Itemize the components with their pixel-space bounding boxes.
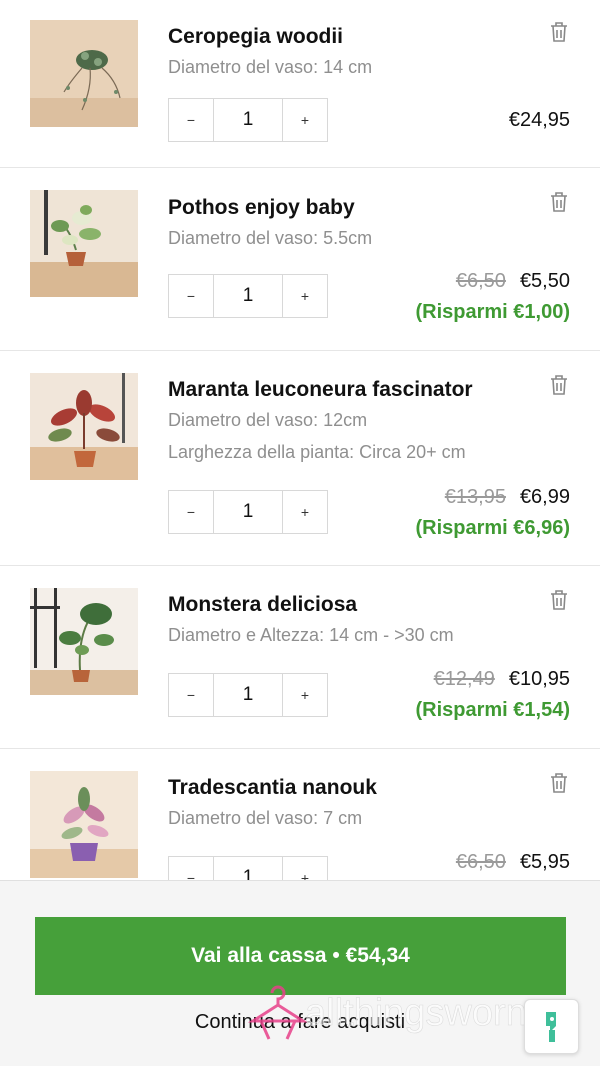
- product-attribute: Diametro del vaso: 7 cm: [168, 808, 363, 828]
- increase-quantity-button[interactable]: +: [283, 491, 327, 533]
- increase-quantity-button[interactable]: +: [283, 99, 327, 141]
- product-attribute: Larghezza della pianta: Circa 20+ cm: [168, 442, 466, 462]
- current-price: €5,50: [519, 270, 570, 292]
- product-name[interactable]: Maranta leuconeura fascinator: [168, 378, 473, 402]
- product-attribute: Diametro e Altezza: 14 cm - >30 cm: [168, 625, 454, 645]
- product-name[interactable]: Pothos enjoy baby: [168, 196, 355, 220]
- current-price: €6,99: [519, 486, 570, 508]
- quantity-value[interactable]: 1: [213, 857, 283, 880]
- quantity-stepper: − 1 +: [168, 856, 328, 880]
- quantity-stepper: − 1 +: [168, 490, 328, 534]
- chat-button[interactable]: [524, 999, 579, 1054]
- cart-item: Monstera deliciosa Diametro e Altezza: 1…: [0, 565, 600, 749]
- quantity-stepper: − 1 +: [168, 98, 328, 142]
- original-price: €6,50: [455, 851, 506, 873]
- cart-item: Ceropegia woodii Diametro del vaso: 14 c…: [0, 0, 600, 168]
- product-image[interactable]: [30, 771, 138, 878]
- decrease-quantity-button[interactable]: −: [169, 99, 213, 141]
- decrease-quantity-button[interactable]: −: [169, 857, 213, 880]
- increase-quantity-button[interactable]: +: [283, 857, 327, 880]
- price-block: €13,95 €6,99 (Risparmi €6,96): [415, 486, 570, 540]
- cart-item: Tradescantia nanouk Diametro del vaso: 7…: [0, 748, 600, 880]
- decrease-quantity-button[interactable]: −: [169, 674, 213, 716]
- trash-icon[interactable]: [548, 373, 570, 397]
- decrease-quantity-button[interactable]: −: [169, 491, 213, 533]
- product-image[interactable]: [30, 190, 138, 297]
- savings-label: (Risparmi €6,96): [415, 517, 570, 539]
- quantity-value[interactable]: 1: [213, 99, 283, 141]
- product-name[interactable]: Tradescantia nanouk: [168, 776, 377, 800]
- product-image[interactable]: [30, 20, 138, 127]
- original-price: €13,95: [444, 486, 506, 508]
- quantity-stepper: − 1 +: [168, 673, 328, 717]
- product-name[interactable]: Ceropegia woodii: [168, 25, 343, 49]
- savings-label: (Risparmi €1,54): [415, 699, 570, 721]
- trash-icon[interactable]: [548, 588, 570, 612]
- product-attribute: Diametro del vaso: 5.5cm: [168, 228, 373, 248]
- watermark-text: allthingsworn: [305, 992, 527, 1034]
- quantity-stepper: − 1 +: [168, 274, 328, 318]
- product-image[interactable]: [30, 373, 138, 480]
- price-block: €6,50 €5,50 (Risparmi €1,00): [415, 270, 570, 324]
- price-block: €24,95: [509, 109, 570, 132]
- cart-item: Maranta leuconeura fascinator Diametro d…: [0, 350, 600, 566]
- trash-icon[interactable]: [548, 771, 570, 795]
- checkout-button[interactable]: Vai alla cassa • €54,34: [35, 917, 566, 995]
- product-image[interactable]: [30, 588, 138, 695]
- savings-label: (Risparmi €1,00): [415, 301, 570, 323]
- current-price: €24,95: [508, 109, 570, 131]
- trash-icon[interactable]: [548, 20, 570, 44]
- cart-list: Ceropegia woodii Diametro del vaso: 14 c…: [0, 0, 600, 880]
- product-attribute: Diametro del vaso: 12cm: [168, 410, 368, 430]
- decrease-quantity-button[interactable]: −: [169, 275, 213, 317]
- original-price: €6,50: [455, 270, 506, 292]
- cart-item: Pothos enjoy baby Diametro del vaso: 5.5…: [0, 167, 600, 351]
- original-price: €12,49: [433, 668, 495, 690]
- quantity-value[interactable]: 1: [213, 275, 283, 317]
- product-attribute: Diametro del vaso: 14 cm: [168, 57, 373, 77]
- increase-quantity-button[interactable]: +: [283, 674, 327, 716]
- product-name[interactable]: Monstera deliciosa: [168, 593, 357, 617]
- price-block: €12,49 €10,95 (Risparmi €1,54): [415, 668, 570, 722]
- price-block: €6,50 €5,95: [456, 851, 570, 874]
- chat-icon: [545, 1011, 556, 1042]
- quantity-value[interactable]: 1: [213, 491, 283, 533]
- increase-quantity-button[interactable]: +: [283, 275, 327, 317]
- hanger-icon: [247, 985, 309, 1040]
- quantity-value[interactable]: 1: [213, 674, 283, 716]
- current-price: €10,95: [508, 668, 570, 690]
- trash-icon[interactable]: [548, 190, 570, 214]
- current-price: €5,95: [519, 851, 570, 873]
